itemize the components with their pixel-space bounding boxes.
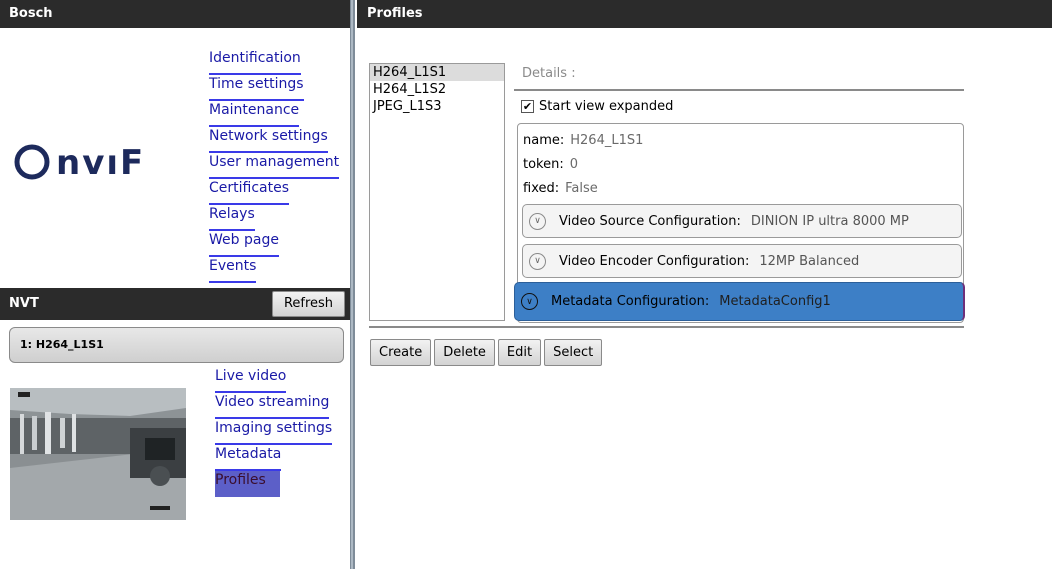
profiles-list: H264_L1S1 H264_L1S2 JPEG_L1S3 <box>369 63 505 321</box>
nav-metadata[interactable]: Metadata <box>215 445 282 471</box>
profile-item[interactable]: JPEG_L1S3 <box>370 98 504 115</box>
field-fixed: fixed: False <box>523 181 598 196</box>
panel-splitter[interactable] <box>350 0 355 569</box>
nav-identification[interactable]: Identification <box>209 49 301 75</box>
field-token-value: 0 <box>569 157 579 172</box>
start-view-expanded-checkbox[interactable]: ✔ Start view expanded <box>521 99 673 114</box>
field-token-key: token: <box>523 157 564 172</box>
details-label: Details : <box>522 66 576 81</box>
config-value: MetadataConfig1 <box>719 294 831 309</box>
edit-button[interactable]: Edit <box>497 339 542 366</box>
nav-relays[interactable]: Relays <box>209 205 255 231</box>
field-name-value: H264_L1S1 <box>570 133 644 148</box>
nav-live-video[interactable]: Live video <box>215 367 287 393</box>
config-value: DINION IP ultra 8000 MP <box>750 213 909 229</box>
nav-profiles[interactable]: Profiles <box>215 471 280 497</box>
action-bar: Create Delete Edit Select <box>370 339 603 366</box>
profile-item[interactable]: H264_L1S1 <box>370 64 504 81</box>
config-key: Video Source Configuration: <box>559 213 741 229</box>
field-name-key: name: <box>523 133 565 148</box>
field-fixed-key: fixed: <box>523 181 560 196</box>
video-source-config-row[interactable]: ∨ Video Source Configuration: DINION IP … <box>522 204 962 238</box>
nav-network-settings[interactable]: Network settings <box>209 127 328 153</box>
onvif-logo: nvıF <box>12 138 187 186</box>
config-key: Metadata Configuration: <box>551 294 710 309</box>
nav-imaging-settings[interactable]: Imaging settings <box>215 419 333 445</box>
chevron-down-icon[interactable]: ∨ <box>529 212 546 230</box>
nav-video-streaming[interactable]: Video streaming <box>215 393 330 419</box>
nav-events[interactable]: Events <box>209 257 257 283</box>
video-encoder-config-row[interactable]: ∨ Video Encoder Configuration: 12MP Bala… <box>522 244 962 278</box>
chevron-down-icon[interactable]: ∨ <box>529 252 546 270</box>
device-nav: Identification Time settings Maintenance… <box>209 49 340 283</box>
field-token: token: 0 <box>523 157 578 172</box>
field-fixed-value: False <box>565 181 598 196</box>
start-view-expanded-label: Start view expanded <box>539 99 674 114</box>
select-button[interactable]: Select <box>544 339 603 366</box>
device-header: Bosch <box>0 0 350 28</box>
profile-selector[interactable]: 1: H264_L1S1 <box>9 327 344 363</box>
field-name: name: H264_L1S1 <box>523 133 643 148</box>
details-divider <box>514 89 964 91</box>
nav-certificates[interactable]: Certificates <box>209 179 290 205</box>
checkbox-checked-icon[interactable]: ✔ <box>521 100 534 113</box>
metadata-config-row[interactable]: ∨ Metadata Configuration: MetadataConfig… <box>514 282 965 321</box>
chevron-down-icon[interactable]: ∨ <box>521 293 538 310</box>
profiles-header: Profiles <box>357 0 1052 28</box>
svg-text:nvıF: nvıF <box>56 143 145 183</box>
camera-thumbnail <box>10 388 186 520</box>
actions-divider <box>369 326 964 328</box>
delete-button[interactable]: Delete <box>434 339 495 366</box>
left-panel: Bosch nvıF Identification Time settings … <box>0 0 350 569</box>
refresh-button[interactable]: Refresh <box>272 291 345 317</box>
profile-nav: Live video Video streaming Imaging setti… <box>215 367 333 497</box>
config-value: 12MP Balanced <box>759 253 860 269</box>
nav-user-management[interactable]: User management <box>209 153 340 179</box>
create-button[interactable]: Create <box>370 339 432 366</box>
profile-item[interactable]: H264_L1S2 <box>370 81 504 98</box>
config-key: Video Encoder Configuration: <box>559 253 750 269</box>
nav-maintenance[interactable]: Maintenance <box>209 101 300 127</box>
nav-time-settings[interactable]: Time settings <box>209 75 304 101</box>
nav-web-page[interactable]: Web page <box>209 231 279 257</box>
